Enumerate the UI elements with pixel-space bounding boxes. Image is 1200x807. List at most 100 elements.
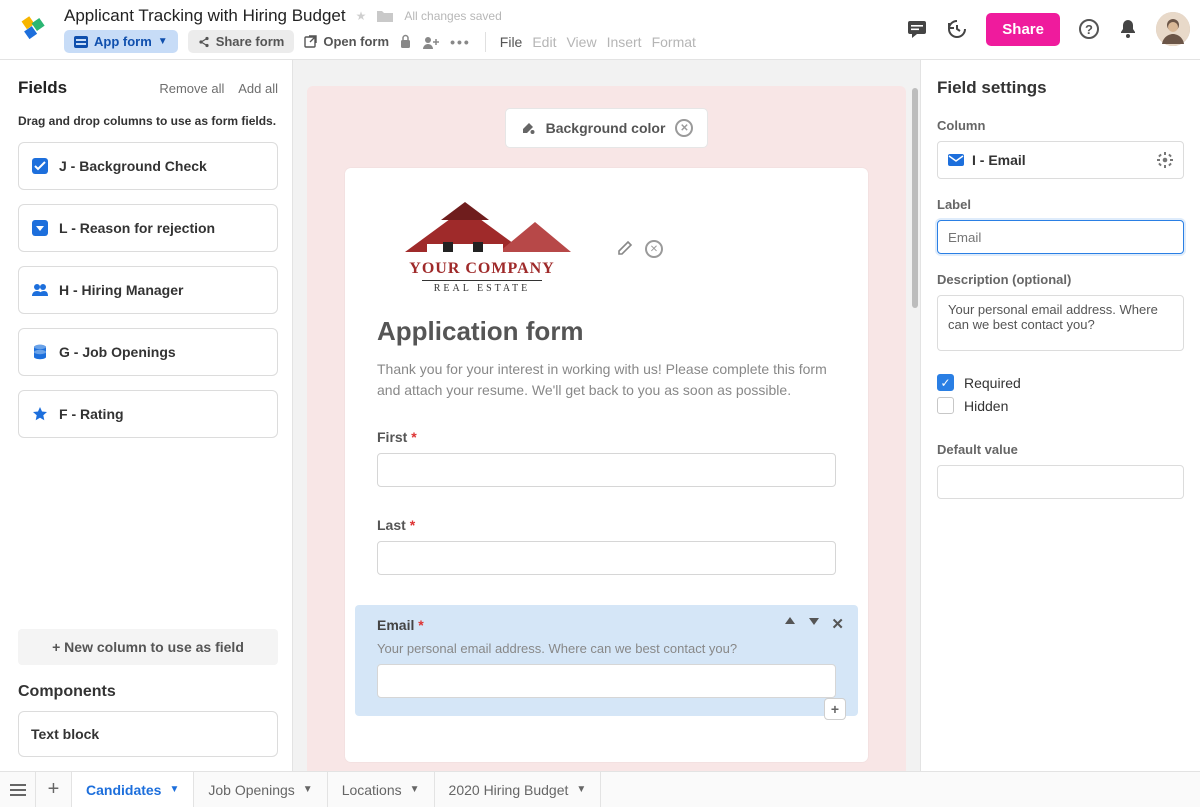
divider — [485, 32, 486, 52]
component-text-block[interactable]: Text block — [18, 711, 278, 757]
doc-title[interactable]: Applicant Tracking with Hiring Budget — [64, 6, 346, 26]
topbar: Applicant Tracking with Hiring Budget ★ … — [0, 0, 1200, 60]
share-button[interactable]: Share — [986, 13, 1060, 46]
vertical-scrollbar[interactable] — [910, 60, 918, 771]
avatar[interactable] — [1156, 12, 1190, 46]
email-desc: Your personal email address. Where can w… — [377, 641, 836, 656]
move-down-icon[interactable] — [807, 615, 821, 633]
field-card-hm[interactable]: H - Hiring Manager — [18, 266, 278, 314]
required-text: Required — [964, 375, 1021, 391]
field-label: F - Rating — [59, 406, 124, 422]
hidden-checkbox-row[interactable]: Hidden — [937, 397, 1184, 414]
tab-label: Locations — [342, 782, 402, 798]
logo-company-sub: REAL ESTATE — [377, 283, 587, 294]
last-input[interactable] — [377, 541, 836, 575]
remove-all-link[interactable]: Remove all — [159, 81, 224, 96]
email-label: Email — [377, 617, 414, 633]
label-input[interactable] — [937, 220, 1184, 254]
app-form-label: App form — [94, 34, 152, 49]
tab-job-openings[interactable]: Job Openings▼ — [194, 772, 327, 807]
required-checkbox[interactable]: ✓ — [937, 374, 954, 391]
form-field-last[interactable]: Last * — [377, 517, 836, 575]
tab-label: 2020 Hiring Budget — [449, 782, 569, 798]
tab-2020-hiring-budget[interactable]: 2020 Hiring Budget ▼ — [435, 772, 602, 807]
caret-down-icon: ▼ — [576, 784, 586, 795]
background-color-pill[interactable]: Background color ✕ — [505, 108, 709, 148]
hidden-text: Hidden — [964, 398, 1008, 414]
new-column-button[interactable]: + New column to use as field — [18, 629, 278, 665]
move-up-icon[interactable] — [783, 615, 797, 633]
add-sheet-icon[interactable]: + — [36, 772, 72, 807]
add-field-below-button[interactable]: + — [824, 698, 846, 720]
field-label: G - Job Openings — [59, 344, 176, 360]
main: Fields Remove all Add all Drag and drop … — [0, 60, 1200, 771]
required-mark: * — [418, 617, 423, 633]
bottom-tabs: + Candidates ▼ Job Openings▼ Locations ▼ 2… — [0, 771, 1200, 807]
menu-format[interactable]: Format — [652, 34, 696, 50]
menu-insert[interactable]: Insert — [607, 34, 642, 50]
fields-heading: Fields — [18, 78, 67, 98]
caret-down-icon: ▼ — [303, 784, 313, 795]
folder-icon[interactable] — [376, 9, 394, 23]
left-panel: Fields Remove all Add all Drag and drop … — [0, 60, 293, 771]
tab-label: Candidates — [86, 782, 161, 798]
help-icon[interactable]: ? — [1078, 18, 1100, 40]
more-icon[interactable]: ••• — [450, 34, 471, 50]
remove-logo-icon[interactable]: ✕ — [645, 240, 663, 258]
edit-logo-icon[interactable] — [617, 240, 633, 258]
doc-area: Applicant Tracking with Hiring Budget ★ … — [64, 6, 696, 53]
field-card-jobs[interactable]: G - Job Openings — [18, 328, 278, 376]
app-form-button[interactable]: App form ▼ — [64, 30, 178, 53]
tab-locations[interactable]: Locations ▼ — [328, 772, 435, 807]
field-label: H - Hiring Manager — [59, 282, 183, 298]
description-input[interactable] — [937, 295, 1184, 351]
first-input[interactable] — [377, 453, 836, 487]
right-tools: Share ? — [906, 12, 1190, 46]
form-field-email[interactable]: ✕ Email * Your personal email address. W… — [355, 605, 858, 716]
menu-edit[interactable]: Edit — [532, 34, 556, 50]
share-form-button[interactable]: Share form — [188, 30, 295, 53]
open-form-label: Open form — [323, 34, 389, 49]
favorite-icon[interactable]: ★ — [356, 9, 367, 23]
field-card-bgcheck[interactable]: J - Background Check — [18, 142, 278, 190]
checkbox-icon — [31, 157, 49, 175]
app-logo[interactable] — [16, 12, 50, 46]
bell-icon[interactable] — [1118, 18, 1138, 40]
open-form-button[interactable]: Open form — [304, 34, 389, 49]
description-heading: Description (optional) — [937, 272, 1184, 287]
hidden-checkbox[interactable] — [937, 397, 954, 414]
form-field-first[interactable]: First * — [377, 429, 836, 487]
email-input[interactable] — [377, 664, 836, 698]
share-form-label: Share form — [216, 34, 285, 49]
logo-company-text: YOUR COMPANY — [377, 260, 587, 278]
form-intro[interactable]: Thank you for your interest in working w… — [377, 359, 836, 401]
form-title[interactable]: Application form — [377, 316, 836, 347]
column-value: I - Email — [972, 152, 1026, 168]
menu-file[interactable]: File — [500, 34, 523, 50]
caret-down-icon: ▼ — [169, 784, 179, 795]
form-canvas: Background color ✕ — [307, 86, 906, 771]
add-user-icon[interactable] — [422, 35, 440, 49]
column-selector[interactable]: I - Email — [937, 141, 1184, 179]
column-heading: Column — [937, 118, 1184, 133]
sheets-menu-icon[interactable] — [0, 772, 36, 807]
form-logo[interactable]: YOUR COMPANY REAL ESTATE ✕ — [377, 202, 607, 292]
gear-icon[interactable] — [1157, 152, 1173, 168]
required-checkbox-row[interactable]: ✓ Required — [937, 374, 1184, 391]
email-icon — [948, 154, 964, 166]
add-all-link[interactable]: Add all — [238, 81, 278, 96]
right-panel: Field settings Column I - Email Label De… — [920, 60, 1200, 771]
field-card-reason[interactable]: L - Reason for rejection — [18, 204, 278, 252]
lock-icon[interactable] — [399, 34, 412, 49]
menu-view[interactable]: View — [566, 34, 596, 50]
star-icon — [31, 405, 49, 423]
clear-bg-icon[interactable]: ✕ — [675, 119, 693, 137]
default-value-input[interactable] — [937, 465, 1184, 499]
field-card-rating[interactable]: F - Rating — [18, 390, 278, 438]
select-icon — [31, 219, 49, 237]
caret-down-icon: ▼ — [410, 784, 420, 795]
tab-candidates[interactable]: Candidates ▼ — [72, 772, 194, 807]
comment-icon[interactable] — [906, 19, 928, 39]
remove-field-icon[interactable]: ✕ — [831, 615, 844, 633]
history-icon[interactable] — [946, 18, 968, 40]
